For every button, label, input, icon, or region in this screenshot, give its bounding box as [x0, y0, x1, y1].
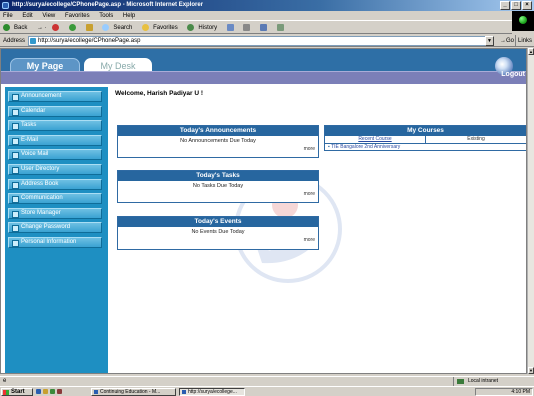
sidebar-item-user-directory[interactable]: User Directory [8, 163, 102, 175]
menu-tools[interactable]: Tools [99, 13, 113, 19]
logout-button[interactable]: Logout [493, 57, 525, 83]
minimize-button[interactable]: _ [500, 1, 510, 10]
taskbar-window-2[interactable]: http://surya/ecollege... [179, 388, 245, 396]
announcements-empty-text: No Announcements Due Today [180, 138, 256, 144]
status-page-icon: e [3, 378, 7, 384]
address-label: Address [3, 38, 26, 44]
edit-icon[interactable] [260, 23, 271, 31]
quick-launch-desktop-icon[interactable] [50, 389, 55, 394]
sidebar-item-tasks[interactable]: Tasks [8, 120, 102, 132]
windows-logo-icon [512, 11, 534, 31]
taskbar-window-1[interactable]: Continuing Education - M... [91, 388, 176, 396]
ie-icon [2, 2, 9, 9]
forward-button[interactable]: → · [37, 25, 47, 31]
window-controls: _ □ × [500, 1, 532, 10]
tasks-title: Today's Tasks [118, 171, 318, 181]
status-bar: e Local intranet [0, 376, 534, 386]
course-item[interactable]: TIE Bangalore 2nd Anniversary [325, 144, 526, 151]
scroll-up-icon[interactable]: ▲ [528, 48, 534, 55]
recent-course-link[interactable]: Recent Course [325, 136, 426, 143]
tasks-empty-text: No Tasks Due Today [192, 183, 244, 189]
my-courses-title: My Courses [325, 126, 526, 136]
tab-my-page[interactable]: My Page [10, 58, 80, 72]
address-input[interactable]: http://surya/ecollege/CPhonePage.asp [28, 36, 491, 46]
welcome-message: Welcome, Harish Padiyar U ! [115, 90, 204, 97]
history-icon [187, 23, 195, 31]
menu-view[interactable]: View [42, 13, 55, 19]
menu-edit[interactable]: Edit [22, 13, 32, 19]
sidebar-item-address-book[interactable]: Address Book [8, 178, 102, 190]
links-button[interactable]: Links [514, 35, 532, 47]
logout-label: Logout [501, 71, 525, 78]
scroll-down-icon[interactable]: ▼ [528, 367, 534, 374]
portal-header: My Page My Desk Logout [1, 49, 526, 84]
menu-favorites[interactable]: Favorites [65, 13, 90, 19]
announcements-more-link[interactable]: more [118, 146, 318, 154]
announcements-title: Today's Announcements [118, 126, 318, 136]
sidebar-item-personal-information[interactable]: Personal Information [8, 236, 102, 248]
events-title: Today's Events [118, 217, 318, 227]
menu-file[interactable]: File [3, 13, 13, 19]
maximize-button[interactable]: □ [511, 1, 521, 10]
menu-help[interactable]: Help [123, 13, 135, 19]
system-tray: 4:10 PM [475, 388, 533, 396]
browser-toolbar: Back → · Search Favorites History [0, 22, 512, 34]
discuss-icon[interactable] [276, 23, 288, 31]
sidebar-item-communication[interactable]: Communication [8, 193, 102, 205]
search-icon [102, 23, 110, 31]
events-empty-text: No Events Due Today [191, 229, 245, 235]
tray-clock: 4:10 PM [511, 389, 530, 395]
my-courses-panel: My Courses Recent Course Existing TIE Ba… [324, 125, 526, 151]
main-content: Welcome, Harish Padiyar U ! Today's Anno… [113, 87, 526, 373]
address-bar: Address http://surya/ecollege/CPhonePage… [0, 35, 534, 47]
tab-strip [1, 71, 526, 84]
back-button[interactable]: Back [3, 23, 31, 31]
address-dropdown-button[interactable]: ▼ [485, 36, 494, 46]
close-button[interactable]: × [522, 1, 532, 10]
refresh-icon[interactable] [69, 23, 80, 31]
search-button[interactable]: Search [102, 23, 136, 31]
quick-launch [36, 389, 62, 394]
tasks-more-link[interactable]: more [118, 191, 318, 199]
quick-launch-media-icon[interactable] [57, 389, 62, 394]
sidebar-item-announcement[interactable]: Announcement [8, 91, 102, 102]
announcements-panel: Today's Announcements No Announcements D… [117, 125, 319, 158]
home-icon[interactable] [85, 23, 97, 31]
page-icon [30, 38, 36, 44]
quick-launch-ie-icon[interactable] [36, 389, 41, 394]
back-arrow-icon [3, 23, 10, 31]
page-viewport: My Page My Desk Logout Announcement Cale… [0, 48, 527, 374]
vertical-scrollbar[interactable]: ▲ ▼ [527, 48, 534, 374]
security-zone: Local intranet [453, 377, 531, 386]
go-button[interactable]: →Go [500, 35, 514, 47]
address-url: http://surya/ecollege/CPhonePage.asp [38, 38, 141, 44]
favorites-icon [142, 23, 150, 31]
quick-launch-outlook-icon[interactable] [43, 389, 48, 394]
taskbar: Start Continuing Education - M... http:/… [0, 386, 534, 396]
stop-icon[interactable] [52, 23, 63, 31]
tasks-panel: Today's Tasks No Tasks Due Today more [117, 170, 319, 203]
menu-bar: File Edit View Favorites Tools Help [0, 11, 534, 21]
sidebar-item-voice-mail[interactable]: Voice Mail [8, 149, 102, 161]
print-icon[interactable] [243, 23, 254, 31]
sidebar-nav: Announcement Calendar Tasks E-Mail Voice… [5, 87, 108, 373]
sidebar-item-calendar[interactable]: Calendar [8, 105, 102, 117]
sidebar-item-email[interactable]: E-Mail [8, 134, 102, 146]
screen: http://surya/ecollege/CPhonePage.asp - M… [0, 0, 534, 396]
start-button[interactable]: Start [1, 388, 33, 396]
existing-column-label: Existing [467, 136, 485, 142]
history-button[interactable]: History [187, 23, 221, 31]
sidebar-item-store-manager[interactable]: Store Manager [8, 207, 102, 219]
events-more-link[interactable]: more [118, 237, 318, 245]
window-title: http://surya/ecollege/CPhonePage.asp - M… [12, 2, 204, 8]
mail-icon[interactable] [226, 23, 238, 31]
favorites-button[interactable]: Favorites [142, 23, 182, 31]
browser-title-bar: http://surya/ecollege/CPhonePage.asp - M… [0, 0, 534, 11]
sidebar-item-change-password[interactable]: Change Password [8, 222, 102, 234]
tab-my-desk[interactable]: My Desk [84, 58, 152, 72]
courses-columns: Recent Course Existing [325, 136, 526, 144]
events-panel: Today's Events No Events Due Today more [117, 216, 319, 250]
